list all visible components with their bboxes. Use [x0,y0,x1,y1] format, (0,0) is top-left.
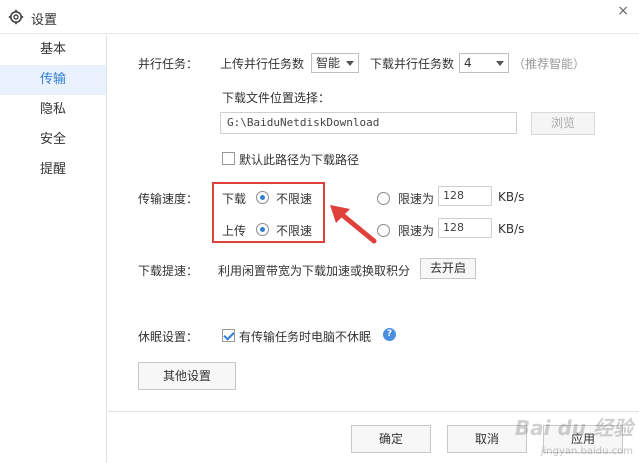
download-speed-label: 下载 [222,192,247,206]
sidebar: 基本 传输 隐私 安全 提醒 [0,35,107,463]
transfer-speed-label: 传输速度： [138,192,199,206]
upload-unit: KB/s [498,222,525,236]
download-limit-input[interactable]: 128 [438,186,492,206]
download-boost-description: 利用闲置带宽为下载加速或换取积分 [218,264,411,278]
close-icon[interactable]: × [617,3,629,19]
help-icon[interactable]: ? [383,328,396,341]
download-unit: KB/s [498,190,525,204]
download-unlimited-label: 不限速 [276,192,313,206]
upload-parallel-value: 智能 [316,56,341,70]
sidebar-item-security[interactable]: 安全 [0,125,106,155]
download-limit-radio[interactable] [377,192,390,205]
parallel-tasks-label: 并行任务： [138,57,199,71]
default-path-checkbox[interactable] [222,152,235,165]
chevron-down-icon [346,61,354,66]
gear-icon [8,9,24,25]
download-parallel-label: 下载并行任务数 [370,57,455,71]
upload-unlimited-radio[interactable] [256,223,269,236]
sidebar-item-reminder[interactable]: 提醒 [0,155,106,185]
settings-panel: 并行任务： 上传并行任务数 智能 下载并行任务数 4 （推荐智能） 下载文件位置… [108,35,639,463]
download-location-label: 下载文件位置选择： [222,91,331,105]
download-limit-label: 限速为 [398,192,435,206]
title-bar: 设置 × [0,0,639,34]
annotation-arrow-icon [330,205,377,244]
upload-limit-input[interactable]: 128 [438,218,492,238]
enable-boost-button[interactable]: 去开启 [420,258,476,279]
upload-parallel-label: 上传并行任务数 [220,57,305,71]
upload-limit-label: 限速为 [398,224,435,238]
default-path-label: 默认此路径为下载路径 [239,153,360,167]
upload-speed-label: 上传 [222,224,247,238]
sidebar-item-basic[interactable]: 基本 [0,35,106,65]
chevron-down-icon [496,61,504,66]
upload-limit-radio[interactable] [377,224,390,237]
sidebar-item-transfer[interactable]: 传输 [0,65,106,95]
other-settings-button[interactable]: 其他设置 [138,362,236,390]
prevent-sleep-checkbox[interactable] [222,329,235,342]
sidebar-item-privacy[interactable]: 隐私 [0,95,106,125]
watermark-url: jingyan.baidu.com [540,446,633,457]
download-path-input[interactable]: G:\BaiduNetdiskDownload [220,112,517,134]
download-parallel-value: 4 [464,56,472,70]
upload-unlimited-label: 不限速 [276,224,313,238]
prevent-sleep-label: 有传输任务时电脑不休眠 [239,330,372,344]
sleep-settings-label: 休眠设置： [138,330,199,344]
download-parallel-select[interactable]: 4 [459,53,509,73]
upload-parallel-select[interactable]: 智能 [311,53,359,73]
download-unlimited-radio[interactable] [256,191,269,204]
download-boost-label: 下载提速： [138,264,199,278]
watermark-logo: Bai du 经验 [514,416,633,440]
browse-button[interactable]: 浏览 [531,112,595,135]
window-title: 设置 [31,13,58,28]
ok-button[interactable]: 确定 [351,425,431,453]
recommend-hint: （推荐智能） [513,57,586,71]
